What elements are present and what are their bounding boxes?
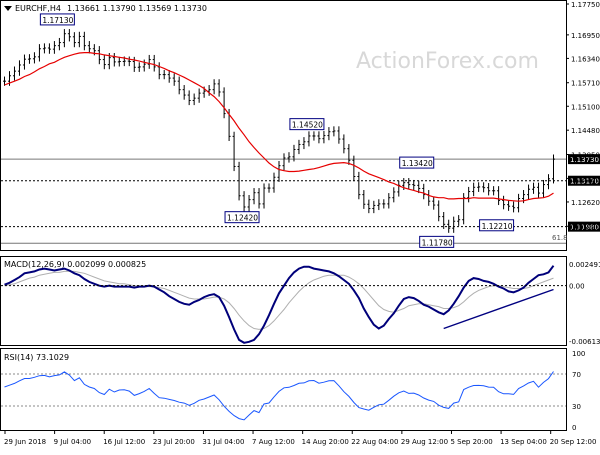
rsi-axis-label: 100 — [572, 350, 585, 358]
price-axis-label: 1.15100 — [571, 103, 600, 111]
time-axis-label: 29 Aug 12:00 — [401, 438, 448, 446]
rsi-line — [4, 371, 554, 421]
price-axis-label: 1.16950 — [571, 32, 600, 40]
time-axis-label: 16 Jul 12:00 — [103, 438, 145, 446]
price-callout-label: 1.14520 — [292, 121, 323, 130]
macd-main-line — [4, 265, 555, 344]
chart-header: EURCHF,H4 1.13661 1.13790 1.13569 1.1373… — [4, 4, 207, 13]
ohlc-readout: 1.13661 1.13790 1.13569 1.13730 — [67, 4, 207, 13]
rsi-levels — [1, 373, 566, 407]
macd-panel-border — [0, 256, 567, 346]
price-axis-label: 1.17750 — [571, 1, 600, 9]
watermark-text: ActionForex.com — [356, 49, 539, 74]
rsi-axis-label: 30 — [572, 403, 581, 411]
price-callout-label: 1.13420 — [402, 159, 433, 168]
chart-window: ActionForex.com EURCHF,H4 1.13661 1.1379… — [0, 0, 600, 450]
chart-canvas: ActionForex.com EURCHF,H4 1.13661 1.1379… — [0, 0, 600, 446]
time-axis-label: 20 Sep 12:00 — [550, 438, 597, 446]
chevron-down-icon[interactable] — [4, 6, 12, 11]
macd-axis-label: 0.00 — [569, 283, 585, 291]
price-callout-label: 1.11780 — [422, 238, 453, 247]
time-axis-label: 14 Aug 20:00 — [302, 438, 349, 446]
rsi-axis: 100 70 30 0 — [572, 350, 585, 432]
time-axis-label: 7 Aug 12:00 — [252, 438, 295, 446]
price-callout-label: 1.12210 — [482, 222, 513, 231]
price-axis-label: 1.16340 — [571, 55, 600, 63]
time-axis-label: 31 Jul 04:00 — [202, 438, 244, 446]
price-axis-label: 1.13230 — [571, 175, 600, 183]
macd-axis: 0.002491 0.00 -0.006137 — [1, 261, 600, 346]
time-axis-label: 23 Jul 20:00 — [153, 438, 195, 446]
rsi-title: RSI(14) 73.1029 — [4, 353, 69, 362]
time-axis-label: 13 Sep 04:00 — [500, 438, 547, 446]
fib-level-label: 61.8 — [552, 234, 568, 242]
price-callout-label: 1.12420 — [227, 214, 258, 223]
time-axis-label: 22 Aug 04:00 — [351, 438, 398, 446]
time-axis-label: 29 Jun 2018 — [4, 438, 46, 446]
symbol-label: EURCHF,H4 — [15, 4, 61, 13]
price-axis-label: 1.12620 — [571, 199, 600, 207]
time-axis-label: 9 Jul 04:00 — [54, 438, 92, 446]
macd-axis-label: 0.002491 — [569, 261, 600, 269]
macd-axis-label: -0.006137 — [569, 338, 600, 346]
time-axis-label: 5 Sep 20:00 — [450, 438, 492, 446]
price-axis-label: 1.14480 — [571, 127, 600, 135]
rsi-panel-border — [0, 348, 567, 431]
rsi-axis-label: 70 — [572, 371, 581, 379]
time-axis: 29 Jun 2018 9 Jul 04:00 16 Jul 12:00 23 Jul… — [4, 431, 596, 446]
macd-title: MACD(12,26,9) 0.002099 0.000825 — [4, 260, 146, 269]
price-axis-label: 1.11990 — [571, 223, 600, 231]
price-axis: 1.17750 1.16950 1.16340 1.15710 1.15100 1.144… — [566, 1, 600, 231]
rsi-axis-label: 0 — [572, 424, 576, 432]
price-axis-label: 1.13850 — [571, 151, 600, 159]
price-callout-label: 1.17130 — [42, 16, 73, 25]
price-axis-label: 1.15710 — [571, 80, 600, 88]
price-panel-border — [0, 0, 567, 251]
